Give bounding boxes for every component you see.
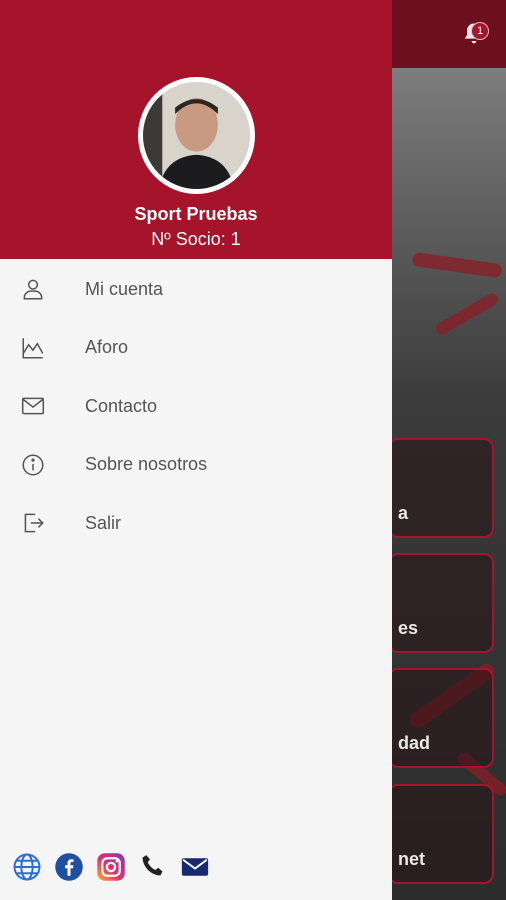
background-card-label: dad — [398, 733, 431, 753]
avatar[interactable] — [138, 77, 255, 194]
menu-item-aforo[interactable]: Aforo — [0, 319, 392, 378]
menu-item-label: Salir — [85, 512, 122, 533]
background-card: dad — [388, 668, 494, 768]
phone-icon[interactable] — [138, 852, 168, 882]
drawer-menu: Mi cuenta Aforo Contacto Sobre nosotros — [0, 260, 392, 553]
background-card-label: es — [398, 618, 419, 638]
menu-item-label: Aforo — [85, 337, 129, 358]
menu-item-sobre-nosotros[interactable]: Sobre nosotros — [0, 436, 392, 495]
background-card: net — [388, 784, 494, 884]
drawer-header: Sport Pruebas Nº Socio: 1 — [0, 0, 392, 259]
background-card-label: a — [398, 503, 409, 523]
globe-icon[interactable] — [12, 852, 42, 882]
background-card-label: net — [398, 849, 425, 869]
user-icon — [23, 279, 43, 300]
instagram-icon[interactable] — [96, 852, 126, 882]
area-chart-icon — [22, 338, 44, 359]
logout-icon — [24, 513, 44, 533]
menu-item-label: Mi cuenta — [85, 278, 164, 299]
background-card: es — [388, 553, 494, 653]
menu-item-mi-cuenta[interactable]: Mi cuenta — [0, 260, 392, 319]
navigation-drawer: Sport Pruebas Nº Socio: 1 Mi cuenta Afor… — [0, 0, 392, 900]
social-links — [12, 852, 222, 886]
profile-photo — [143, 82, 250, 189]
menu-item-salir[interactable]: Salir — [0, 494, 392, 553]
info-icon — [22, 454, 44, 476]
background-card: a — [388, 438, 494, 538]
menu-item-label: Contacto — [85, 395, 158, 416]
user-name: Sport Pruebas — [134, 204, 258, 224]
member-number: Nº Socio: 1 — [151, 229, 241, 249]
menu-item-label: Sobre nosotros — [85, 454, 208, 475]
menu-item-contacto[interactable]: Contacto — [0, 377, 392, 436]
facebook-icon[interactable] — [54, 852, 84, 882]
mail-icon — [21, 397, 45, 415]
notification-badge: 1 — [471, 22, 489, 40]
email-icon[interactable] — [180, 852, 210, 882]
